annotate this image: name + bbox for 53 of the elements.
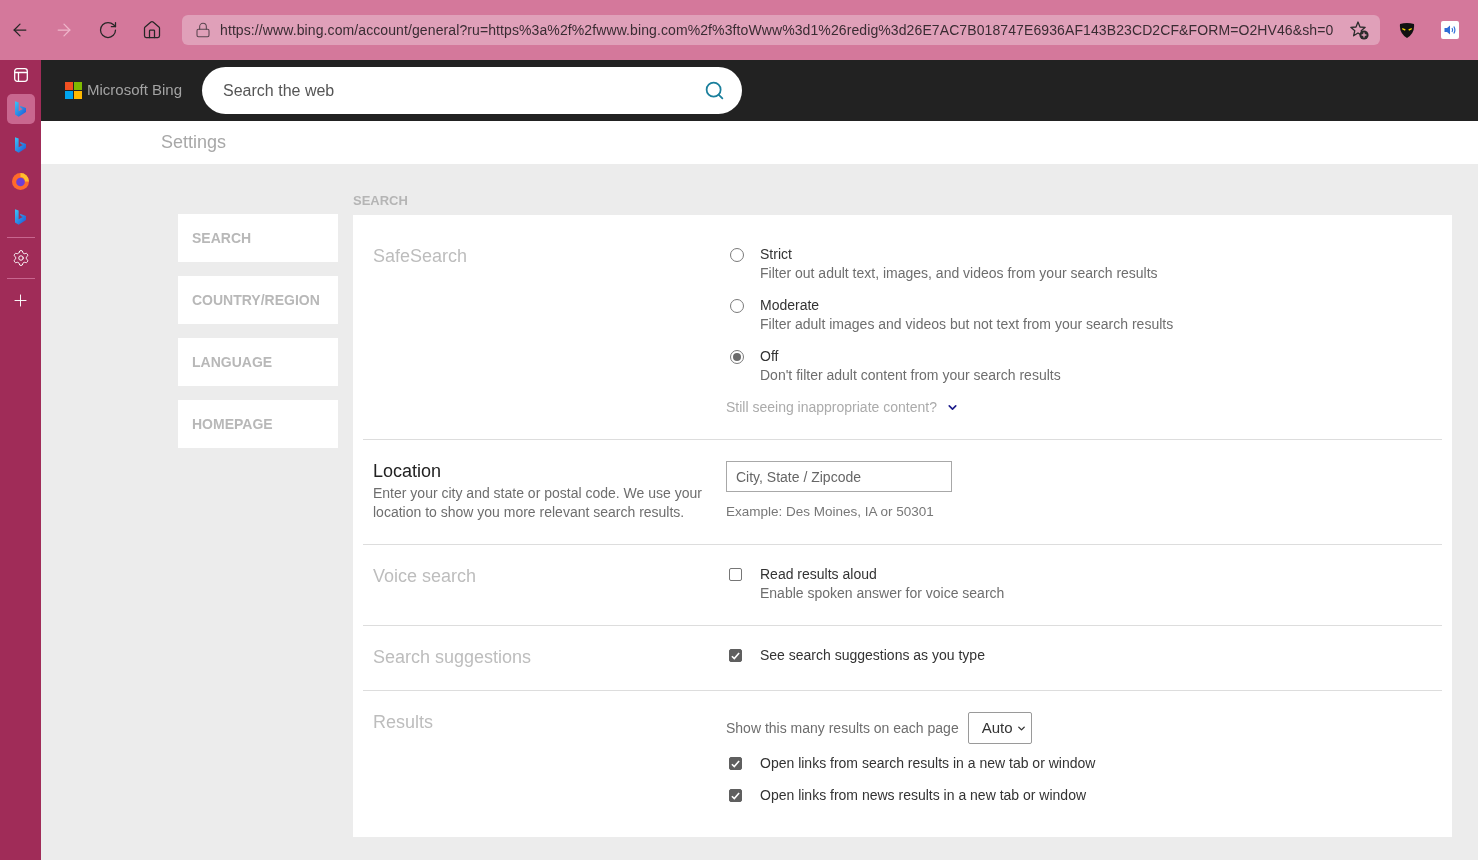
radio-button[interactable]	[730, 350, 744, 364]
option-label: Strict	[760, 245, 793, 264]
checkbox[interactable]	[729, 649, 742, 662]
four-square-logo-icon	[65, 82, 82, 99]
settings-nav-item[interactable]: SEARCH	[178, 214, 338, 262]
check-icon	[731, 651, 740, 660]
disclosure-link[interactable]: Still seeing inappropriate content?	[726, 398, 959, 417]
results-count-select[interactable]: Auto	[967, 712, 1032, 744]
option-description: Don't filter adult content from your search results	[760, 366, 1061, 385]
checkbox-label: See search suggestions as you type	[760, 646, 985, 665]
address-bar[interactable]: https://www.bing.com/account/general?ru=https%3a%2f%2fwww.bing.com%2f%3ftoWww%3d1%26redig%3d26E7AC7B018747E6936AF143B23CD2CF&FORM=O2HV46&sh=0	[182, 15, 1380, 45]
radio-button[interactable]	[730, 248, 744, 262]
b-logo-icon	[15, 101, 26, 117]
lock-icon	[195, 22, 211, 38]
star-plus-icon[interactable]	[1350, 20, 1369, 40]
mask-icon[interactable]	[1399, 22, 1415, 38]
location-field[interactable]: City, State / Zipcode	[726, 461, 952, 492]
address-text: https://www.bing.com/account/general?ru=https%3a%2f%2fwww.bing.com%2f%3ftoWww%3d1%26redig%3d26E7AC7B018747E6936AF143B23CD2CF&FORM=O2HV46&sh=0	[220, 20, 1334, 40]
checkbox[interactable]	[729, 568, 742, 581]
select-label: Show this many results on each page	[726, 718, 959, 738]
option-description: Filter adult images and videos but not text from your search results	[760, 315, 1174, 334]
checkbox-label: Read results aloud	[760, 565, 878, 584]
setting-description: Enter your city and state or postal code. We use your location to show you more relevant search results.	[373, 484, 703, 522]
logo-text[interactable]: Microsoft Bing	[87, 79, 183, 102]
settings-icon	[11, 249, 30, 267]
option-label: Off	[760, 347, 780, 366]
setting-title: Search suggestions	[373, 646, 532, 668]
ring-logo-icon	[12, 172, 29, 190]
setting-title: Location	[373, 460, 442, 482]
radio-button[interactable]	[730, 299, 744, 313]
settings-nav-item[interactable]: HOMEPAGE	[178, 400, 338, 448]
page-title: Settings	[161, 131, 227, 154]
checkbox-label: Open links from news results in a new tab or window	[760, 786, 1087, 805]
window-icon	[13, 68, 28, 82]
check-icon	[731, 791, 740, 800]
checkbox-label: Open links from search results in a new tab or window	[760, 754, 1096, 773]
checkbox[interactable]	[729, 757, 742, 770]
option-label: Moderate	[760, 296, 821, 315]
speaker-icon[interactable]	[1441, 21, 1459, 39]
example-text: Example: Des Moines, IA or 50301	[726, 503, 934, 521]
search-icon[interactable]	[704, 80, 726, 101]
setting-title: Voice search	[373, 565, 477, 587]
b-logo-icon	[15, 137, 26, 153]
settings-nav-item[interactable]: LANGUAGE	[178, 338, 338, 386]
setting-title: SafeSearch	[373, 245, 468, 267]
search-field[interactable]: Search the web	[202, 67, 743, 114]
checkbox[interactable]	[729, 789, 742, 802]
check-icon	[731, 759, 740, 768]
settings-nav-item[interactable]: COUNTRY/REGION	[178, 276, 338, 324]
setting-title: Results	[373, 711, 434, 733]
option-description: Filter out adult text, images, and videos from your search results	[760, 264, 1158, 283]
b-logo-icon	[15, 209, 26, 225]
checkbox-description: Enable spoken answer for voice search	[760, 584, 1005, 603]
